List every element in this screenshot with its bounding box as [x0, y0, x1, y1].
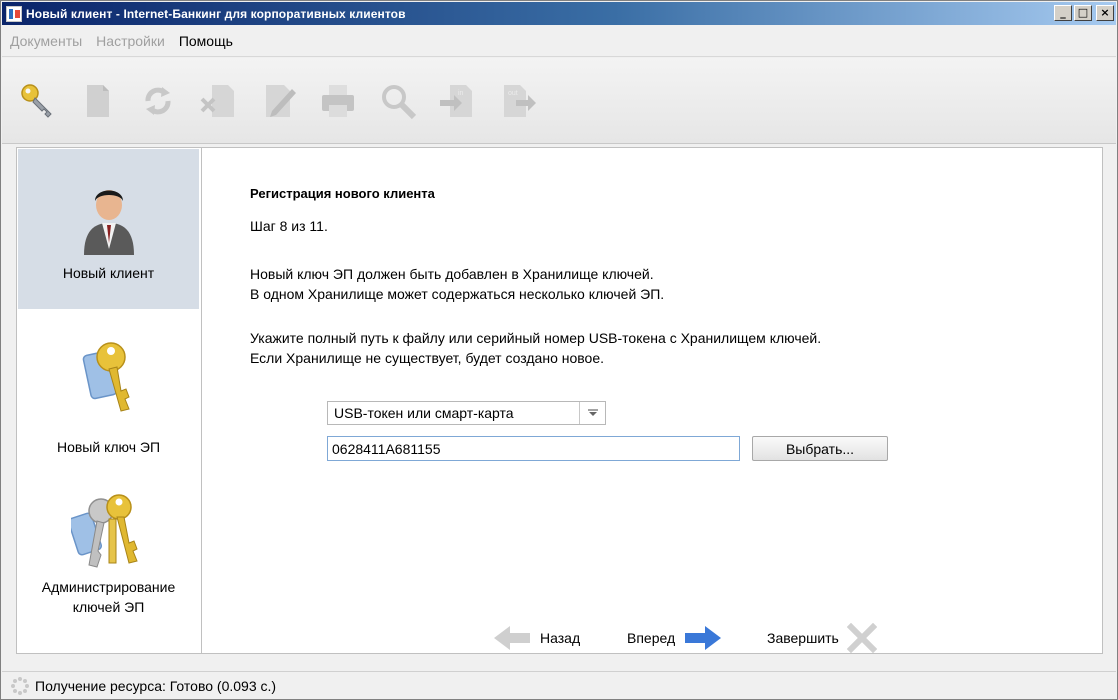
- key-bunch-icon: [70, 494, 138, 568]
- storage-type-select[interactable]: USB-токен или смарт-карта: [327, 401, 606, 425]
- sidebar-item-label: Новый клиент: [62, 265, 155, 281]
- key-icon: [21, 83, 52, 118]
- page-title: Регистрация нового клиента: [250, 186, 435, 201]
- dropdown-arrow-icon[interactable]: [579, 402, 605, 424]
- toolbar: in out: [2, 58, 1116, 144]
- print-button[interactable]: [314, 77, 362, 125]
- refresh-button[interactable]: [134, 77, 182, 125]
- delete-button[interactable]: [194, 77, 242, 125]
- hint-text-line1: Укажите полный путь к файлу или серийный…: [250, 330, 822, 346]
- menu-bar: Документы Настройки Помощь: [2, 25, 1116, 57]
- next-button[interactable]: Вперед: [627, 621, 723, 655]
- hint-text-line2: Если Хранилище не существует, будет созд…: [250, 350, 605, 366]
- close-button[interactable]: ×: [1096, 5, 1114, 21]
- finish-label: Завершить: [767, 630, 839, 646]
- sidebar-item-label: Новый ключ ЭП: [56, 439, 161, 455]
- window-controls: _ □ ×: [1054, 5, 1114, 21]
- import-icon-label: in: [458, 90, 464, 97]
- key-tag-icon: [82, 342, 130, 412]
- app-icon: [6, 5, 22, 22]
- finish-button[interactable]: Завершить: [767, 621, 877, 655]
- info-text-line2: В одном Хранилище может содержаться неск…: [250, 286, 665, 302]
- back-label: Назад: [540, 630, 581, 646]
- menu-help[interactable]: Помощь: [179, 33, 233, 49]
- search-icon: [382, 84, 417, 119]
- export-icon: out: [504, 84, 536, 117]
- sidebar-item-label: Администрирование ключей ЭП: [41, 579, 176, 615]
- arrow-right-icon: [685, 626, 722, 650]
- finish-x-icon: [846, 623, 877, 653]
- wizard-content: Регистрация нового клиента Шаг 8 из 11. …: [202, 147, 1103, 654]
- arrow-left-icon: [494, 626, 530, 650]
- new-document-button[interactable]: [74, 77, 122, 125]
- back-button[interactable]: Назад: [492, 621, 580, 655]
- refresh-icon: [145, 86, 171, 115]
- loading-spinner-icon: [11, 676, 29, 695]
- search-button[interactable]: [374, 77, 422, 125]
- menu-documents[interactable]: Документы: [10, 33, 82, 49]
- step-indicator: Шаг 8 из 11.: [250, 218, 328, 234]
- choose-button[interactable]: Выбрать...: [752, 436, 888, 461]
- maximize-button[interactable]: □: [1074, 5, 1092, 21]
- info-text-line1: Новый ключ ЭП должен быть добавлен в Хра…: [250, 266, 654, 282]
- window-title: Новый клиент - Internet-Банкинг для корп…: [26, 6, 406, 21]
- storage-type-value: USB-токен или смарт-карта: [334, 405, 514, 421]
- menu-settings[interactable]: Настройки: [96, 33, 165, 49]
- import-button[interactable]: in: [434, 77, 482, 125]
- status-bar: Получение ресурса: Готово (0.093 с.): [2, 671, 1116, 699]
- import-icon: in: [440, 84, 472, 117]
- key-button[interactable]: [14, 77, 62, 125]
- storage-path-input[interactable]: [327, 436, 740, 461]
- app-window: Новый клиент - Internet-Банкинг для корп…: [0, 0, 1118, 700]
- next-label: Вперед: [627, 630, 676, 646]
- export-button[interactable]: out: [494, 77, 542, 125]
- delete-icon: [200, 84, 234, 117]
- minimize-button[interactable]: _: [1054, 5, 1072, 21]
- sidebar-item-new-client[interactable]: Новый клиент: [18, 149, 199, 309]
- edit-icon: [266, 84, 296, 117]
- client-person-icon: [83, 190, 134, 255]
- sidebar: Новый клиент Новый ключ ЭП Администриров…: [16, 147, 202, 654]
- export-icon-label: out: [508, 90, 518, 97]
- status-text: Получение ресурса: Готово (0.093 с.): [35, 677, 277, 694]
- sidebar-item-key-admin[interactable]: Администрирование ключей ЭП: [18, 485, 199, 645]
- new-document-icon: [87, 84, 109, 117]
- sidebar-item-new-key[interactable]: Новый ключ ЭП: [18, 323, 199, 473]
- title-bar[interactable]: Новый клиент - Internet-Банкинг для корп…: [2, 2, 1116, 25]
- edit-button[interactable]: [254, 77, 302, 125]
- print-icon: [322, 84, 354, 117]
